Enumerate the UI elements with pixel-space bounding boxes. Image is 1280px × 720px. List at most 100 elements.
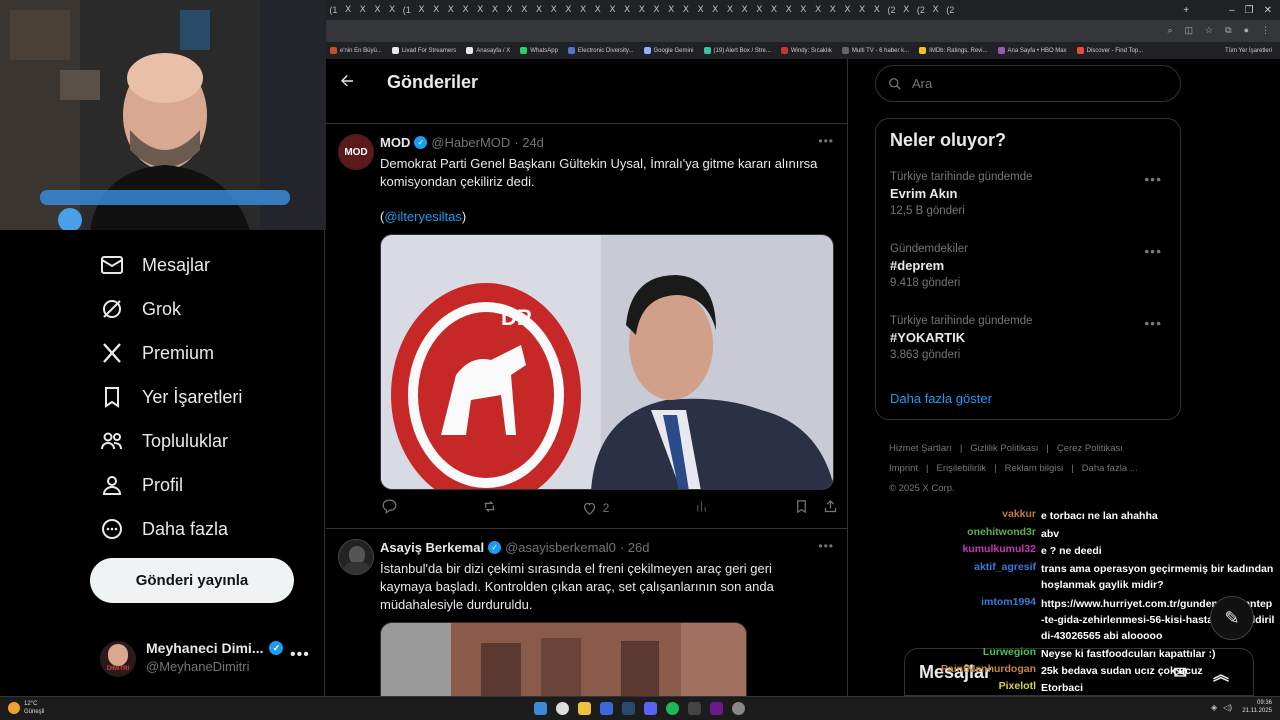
nav-item-topluluklar[interactable]: Topluluklar xyxy=(100,429,228,453)
search-box[interactable]: Ara xyxy=(875,65,1181,102)
bookmark-item[interactable]: Anasayfa / X xyxy=(466,47,510,54)
show-more-link[interactable]: Daha fazla göster xyxy=(890,391,992,406)
nav-item-daha-fazla[interactable]: Daha fazla xyxy=(100,517,228,541)
bookmark-item[interactable]: Electronic Diversity... xyxy=(567,47,634,54)
browser-tab[interactable]: X xyxy=(708,0,723,20)
more-dots-icon[interactable]: ••• xyxy=(290,646,310,664)
network-icon[interactable]: ◈ xyxy=(1211,703,1217,712)
browser-tab[interactable]: X xyxy=(928,0,943,20)
browser-tab[interactable]: (1 xyxy=(399,0,414,20)
address-bar[interactable]: ⌕ ◫ ☆ ⧉ ● ⋮ xyxy=(326,20,1280,42)
browser-tab[interactable]: X xyxy=(840,0,855,20)
footer-link[interactable]: Gizlilik Politikası xyxy=(970,443,1038,454)
file-explorer-icon[interactable] xyxy=(578,702,591,715)
bookmark-item[interactable]: Multi TV - 6 haber k... xyxy=(841,47,909,54)
tweet[interactable]: MOD MOD ✓ @HaberMOD · 24d ••• Demokrat P… xyxy=(326,124,847,529)
footer-link[interactable]: Çerez Politikası xyxy=(1057,443,1123,454)
browser-tab[interactable]: (2 xyxy=(884,0,899,20)
browser-tab[interactable]: X xyxy=(517,0,532,20)
trend-more-icon[interactable]: ••• xyxy=(1144,171,1162,187)
trend-item[interactable]: Gündemdekiler #deprem 9.418 gönderi ••• xyxy=(890,243,1170,289)
tweet-handle[interactable]: @asayisberkemal0 xyxy=(505,540,616,555)
trend-item[interactable]: Türkiye tarihinde gündemde Evrim Akın 12,5… xyxy=(890,171,1170,217)
like-button[interactable]: 2 xyxy=(582,501,609,516)
close-window-icon[interactable]: ✕ xyxy=(1264,5,1272,16)
browser-tab[interactable]: X xyxy=(693,0,708,20)
browser-tab[interactable]: X xyxy=(869,0,884,20)
browser-tab[interactable]: X xyxy=(825,0,840,20)
profile-icon[interactable]: ● xyxy=(1244,25,1249,36)
spotify-icon[interactable] xyxy=(666,702,679,715)
browser-tab[interactable]: X xyxy=(444,0,459,20)
nav-item-premium[interactable]: Premium xyxy=(100,341,214,365)
browser-tab[interactable]: X xyxy=(341,0,356,20)
tweet[interactable]: Asayiş Berkemal ✓ @asayisberkemal0 · 26d… xyxy=(326,529,847,696)
browser-tab[interactable]: X xyxy=(502,0,517,20)
tweet-author-name[interactable]: MOD xyxy=(380,135,410,150)
browser-tab[interactable]: X xyxy=(473,0,488,20)
tweet-image[interactable] xyxy=(380,622,747,696)
browser-tab[interactable]: X xyxy=(664,0,679,20)
all-bookmarks-folder[interactable]: Tüm Yer İşaretleri xyxy=(1225,48,1272,54)
tweet-time[interactable]: · 26d xyxy=(620,540,650,555)
footer-link[interactable]: Daha fazla ... xyxy=(1082,463,1138,474)
star-icon[interactable]: ☆ xyxy=(1205,25,1213,36)
browser-tab[interactable]: X xyxy=(752,0,767,20)
bookmark-icon[interactable] xyxy=(794,499,809,517)
browser-tab[interactable]: X xyxy=(737,0,752,20)
browser-tab[interactable]: X xyxy=(576,0,591,20)
footer-link[interactable]: Hizmet Şartları xyxy=(889,443,952,454)
app-icon[interactable] xyxy=(732,702,745,715)
browser-tab[interactable]: X xyxy=(679,0,694,20)
bookmark-item[interactable]: IMDb: Ratings, Revi... xyxy=(919,47,988,54)
bookmark-item[interactable]: Livad For Streamers xyxy=(391,47,456,54)
tweet-time[interactable]: · 24d xyxy=(514,135,544,150)
share-icon[interactable] xyxy=(823,499,838,517)
tweet-avatar[interactable]: MOD xyxy=(338,134,374,170)
browser-tab[interactable]: X xyxy=(899,0,914,20)
nav-item-profil[interactable]: Profil xyxy=(100,473,183,497)
bookmark-item[interactable]: (19) Alert Box / Stre... xyxy=(703,47,771,54)
tweet-more-icon[interactable]: ••• xyxy=(818,539,834,553)
footer-link[interactable]: Imprint xyxy=(889,463,918,474)
tweet-more-icon[interactable]: ••• xyxy=(818,134,834,148)
browser-tab[interactable]: X xyxy=(488,0,503,20)
browser-tab[interactable]: X xyxy=(634,0,649,20)
translate-icon[interactable]: ◫ xyxy=(1185,25,1194,36)
browser-tab[interactable]: X xyxy=(855,0,870,20)
browser-tab[interactable]: X xyxy=(561,0,576,20)
steam-icon[interactable] xyxy=(622,702,635,715)
nav-item-yer-i-aretleri[interactable]: Yer İşaretleri xyxy=(100,385,242,409)
bookmark-item[interactable]: Google Gemini xyxy=(643,47,694,54)
tweet-author-name[interactable]: Asayiş Berkemal xyxy=(380,540,484,555)
browser-tab[interactable]: X xyxy=(355,0,370,20)
browser-tab[interactable]: X xyxy=(532,0,547,20)
bookmark-item[interactable]: Discover - Find Top... xyxy=(1076,47,1143,54)
browser-tab[interactable]: X xyxy=(429,0,444,20)
volume-icon[interactable]: ◁) xyxy=(1223,703,1232,712)
views-icon[interactable] xyxy=(694,499,709,517)
browser-tab[interactable]: X xyxy=(781,0,796,20)
footer-link[interactable]: Erişilebilirlik xyxy=(937,463,987,474)
compose-fab-icon[interactable]: ✎ xyxy=(1210,596,1254,640)
tweet-handle[interactable]: @HaberMOD xyxy=(431,135,510,150)
account-switcher[interactable]: DIMITRI Meyhaneci Dimi... ✓ @MeyhaneDimi… xyxy=(100,636,320,682)
tweet-image[interactable]: DP xyxy=(380,234,834,490)
menu-icon[interactable]: ⋮ xyxy=(1261,25,1270,36)
bookmark-item[interactable]: Ana Sayfa • HBO Max xyxy=(997,47,1067,54)
retweet-icon[interactable] xyxy=(482,499,497,517)
minimize-icon[interactable]: – xyxy=(1229,5,1235,16)
bookmark-item[interactable]: Windy: Sıcaklık xyxy=(780,47,832,54)
browser-tab[interactable]: X xyxy=(811,0,826,20)
epic-games-icon[interactable] xyxy=(688,702,701,715)
chrome-icon[interactable] xyxy=(556,702,569,715)
new-tab-icon[interactable]: + xyxy=(1183,5,1189,16)
trend-item[interactable]: Türkiye tarihinde gündemde #YOKARTIK 3.863… xyxy=(890,315,1170,361)
obs-icon[interactable] xyxy=(710,702,723,715)
mention-link[interactable]: @ilteryesiltas xyxy=(384,209,462,224)
trend-more-icon[interactable]: ••• xyxy=(1144,243,1162,259)
bookmark-item[interactable]: e'nin En Büyü... xyxy=(330,47,382,54)
discord-icon[interactable] xyxy=(644,702,657,715)
browser-tab[interactable]: X xyxy=(767,0,782,20)
bookmark-item[interactable]: WhatsApp xyxy=(520,47,558,54)
